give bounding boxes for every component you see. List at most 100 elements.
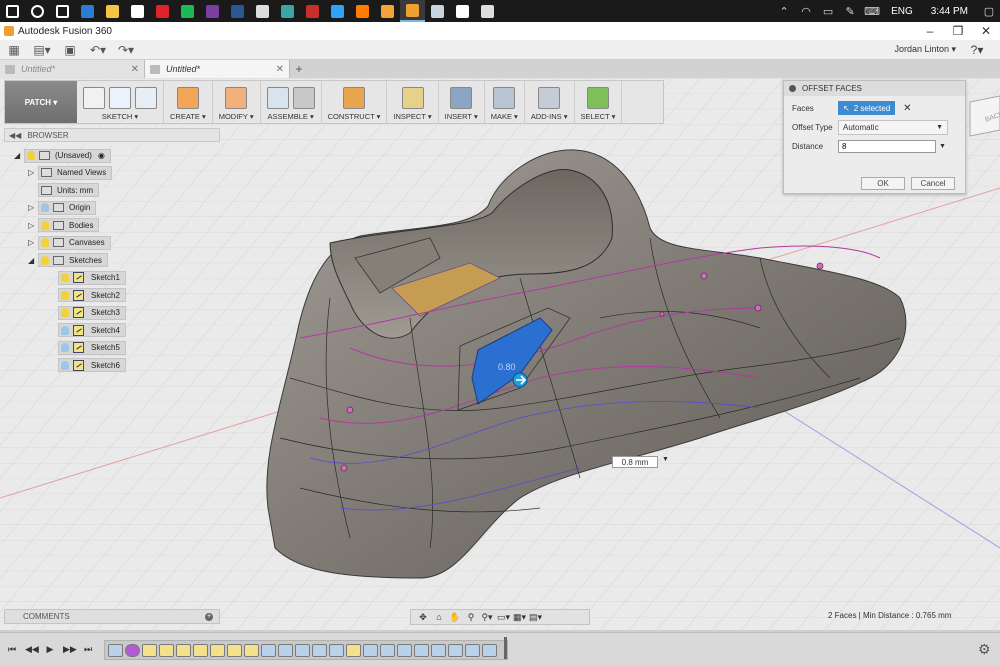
pan-hand-icon[interactable]: ✋ <box>449 612 461 623</box>
store-icon[interactable] <box>125 0 150 22</box>
visibility-bulb-icon[interactable] <box>41 203 49 212</box>
dialog-collapse-icon[interactable] <box>789 85 796 92</box>
timeline-sketch-feature[interactable] <box>159 643 174 657</box>
timeline-patch-feature[interactable] <box>108 643 123 657</box>
word-icon[interactable] <box>225 0 250 22</box>
visibility-bulb-icon[interactable] <box>27 151 35 160</box>
browser-sketch-2[interactable]: Sketch2 <box>48 288 126 303</box>
browser-sketch-4-node[interactable]: Sketch4 <box>58 323 126 337</box>
timeline-patch-feature[interactable] <box>431 643 446 657</box>
maximize-button[interactable]: ❐ <box>944 24 972 38</box>
timeline-sketch-feature[interactable] <box>142 643 157 657</box>
help-icon[interactable]: ?▾ <box>966 40 988 60</box>
workspace-switcher[interactable]: PATCH ▾ <box>5 81 77 123</box>
notifications-icon[interactable]: ▢ <box>978 0 1000 22</box>
redo-icon[interactable]: ↷▾ <box>112 40 140 60</box>
opera-icon[interactable] <box>150 0 175 22</box>
visibility-bulb-icon[interactable] <box>61 360 69 370</box>
photos-icon[interactable] <box>475 0 500 22</box>
toolbar-group-insert[interactable]: INSERT ▾ <box>439 81 485 123</box>
expanded-triangle-icon[interactable]: ◢ <box>14 151 24 160</box>
browser-item-origin[interactable]: ▷ Origin <box>28 200 97 215</box>
gear-icon[interactable]: ⚙ <box>978 641 991 658</box>
onenote-icon[interactable] <box>200 0 225 22</box>
task-view-icon[interactable] <box>50 0 75 22</box>
save-icon[interactable]: ▣ <box>56 40 84 60</box>
browser-sketch-4[interactable]: Sketch4 <box>48 323 126 338</box>
create-sketch-icon[interactable] <box>83 87 105 109</box>
offset-type-dropdown[interactable]: Automatic ▼ <box>838 119 948 135</box>
toolbar-group-select[interactable]: SELECT ▾ <box>575 81 623 123</box>
cancel-button[interactable]: Cancel <box>911 177 955 190</box>
timeline-end-icon[interactable]: ⏭ <box>82 643 94 655</box>
timeline-patch-feature[interactable] <box>448 643 463 657</box>
browser-root[interactable]: ◢ (Unsaved) ◉ <box>14 148 111 163</box>
browser-item-units-mm-node[interactable]: Units: mm <box>38 183 99 197</box>
steam-icon[interactable] <box>425 0 450 22</box>
browser-item-canvases-node[interactable]: Canvases <box>38 235 111 250</box>
visibility-bulb-icon[interactable] <box>61 273 69 282</box>
timeline-patch-feature[interactable] <box>278 643 293 657</box>
timeline-sketch-feature[interactable] <box>346 643 361 657</box>
insert-image-icon[interactable] <box>450 87 473 109</box>
browser-item-named-views-node[interactable]: Named Views <box>38 165 113 180</box>
clock[interactable]: 3:44 PM <box>921 6 978 17</box>
timeline-patch-feature[interactable] <box>312 643 327 657</box>
zoom-icon[interactable]: ⚲ <box>465 612 477 623</box>
browser-sketch-5[interactable]: Sketch5 <box>48 340 126 355</box>
pen-icon[interactable]: ✎ <box>839 0 861 22</box>
visibility-bulb-icon[interactable] <box>61 325 69 335</box>
expanded-triangle-icon[interactable]: ◢ <box>28 256 38 265</box>
expand-triangle-icon[interactable]: ▷ <box>28 221 38 230</box>
user-account-menu[interactable]: Jordan Linton ▾ <box>894 44 956 55</box>
browser-header[interactable]: ◀◀ BROWSER <box>4 128 220 142</box>
timeline-patch-feature[interactable] <box>295 643 310 657</box>
minimize-button[interactable]: – <box>916 24 944 38</box>
illustrator-icon[interactable] <box>350 0 375 22</box>
browser-root-node[interactable]: (Unsaved) ◉ <box>24 148 111 163</box>
clear-selection-icon[interactable]: ✕ <box>903 103 911 114</box>
timeline-marker[interactable] <box>504 637 507 659</box>
browser-sketch-1[interactable]: Sketch1 <box>48 270 126 285</box>
paint-icon[interactable] <box>375 0 400 22</box>
joint-icon[interactable] <box>292 87 315 109</box>
distance-options-icon[interactable]: ▼ <box>939 143 946 150</box>
dialog-title-bar[interactable]: OFFSET FACES <box>784 81 965 96</box>
toolbar-group-add-ins[interactable]: ADD-INS ▾ <box>525 81 575 123</box>
measure-icon[interactable] <box>401 87 424 109</box>
close-tab-icon[interactable]: ✕ <box>131 64 139 75</box>
spotify-icon[interactable] <box>175 0 200 22</box>
browser-sketch-6-node[interactable]: Sketch6 <box>58 358 126 372</box>
grid-settings-icon[interactable]: ▦▾ <box>513 612 526 623</box>
visibility-bulb-icon[interactable] <box>41 220 49 230</box>
camera-icon[interactable] <box>275 0 300 22</box>
timeline-sketch-feature[interactable] <box>193 643 208 657</box>
look-at-icon[interactable]: ⌂ <box>433 612 445 623</box>
browser-sketch-5-node[interactable]: Sketch5 <box>58 340 126 355</box>
toolbar-group-inspect[interactable]: INSPECT ▾ <box>387 81 439 123</box>
distance-input[interactable] <box>838 139 936 153</box>
timeline-patch-feature[interactable] <box>414 643 429 657</box>
distance-manipulator-field[interactable]: 0.8 mm <box>612 456 658 468</box>
visibility-bulb-icon[interactable] <box>61 290 69 300</box>
timeline-play-icon[interactable]: ▶ <box>44 643 56 655</box>
viewcube[interactable]: BACK <box>956 92 1000 140</box>
timeline-step-back-icon[interactable]: ◀◀ <box>25 643 39 655</box>
display-settings-icon[interactable]: ▭▾ <box>497 612 510 623</box>
timeline-patch-feature[interactable] <box>380 643 395 657</box>
browser-sketch-1-node[interactable]: Sketch1 <box>58 270 126 285</box>
toolbar-group-modify[interactable]: MODIFY ▾ <box>213 81 261 123</box>
fusion360-icon[interactable] <box>400 0 425 22</box>
offset-plane-icon[interactable] <box>343 87 365 109</box>
file-menu-icon[interactable]: ▤▾ <box>28 40 56 60</box>
wifi-icon[interactable]: ◠ <box>795 0 817 22</box>
toolbar-group-sketch[interactable]: SKETCH ▾ <box>77 81 164 123</box>
visibility-bulb-icon[interactable] <box>41 238 49 247</box>
toolbar-group-create[interactable]: CREATE ▾ <box>164 81 213 123</box>
select-icon[interactable] <box>586 87 609 109</box>
timeline-start-icon[interactable]: ⏮ <box>6 643 18 655</box>
new-component-icon[interactable] <box>266 87 289 109</box>
expand-triangle-icon[interactable]: ▷ <box>28 168 38 177</box>
scripts-icon[interactable] <box>538 87 561 109</box>
timeline-sketch-feature[interactable] <box>210 643 225 657</box>
